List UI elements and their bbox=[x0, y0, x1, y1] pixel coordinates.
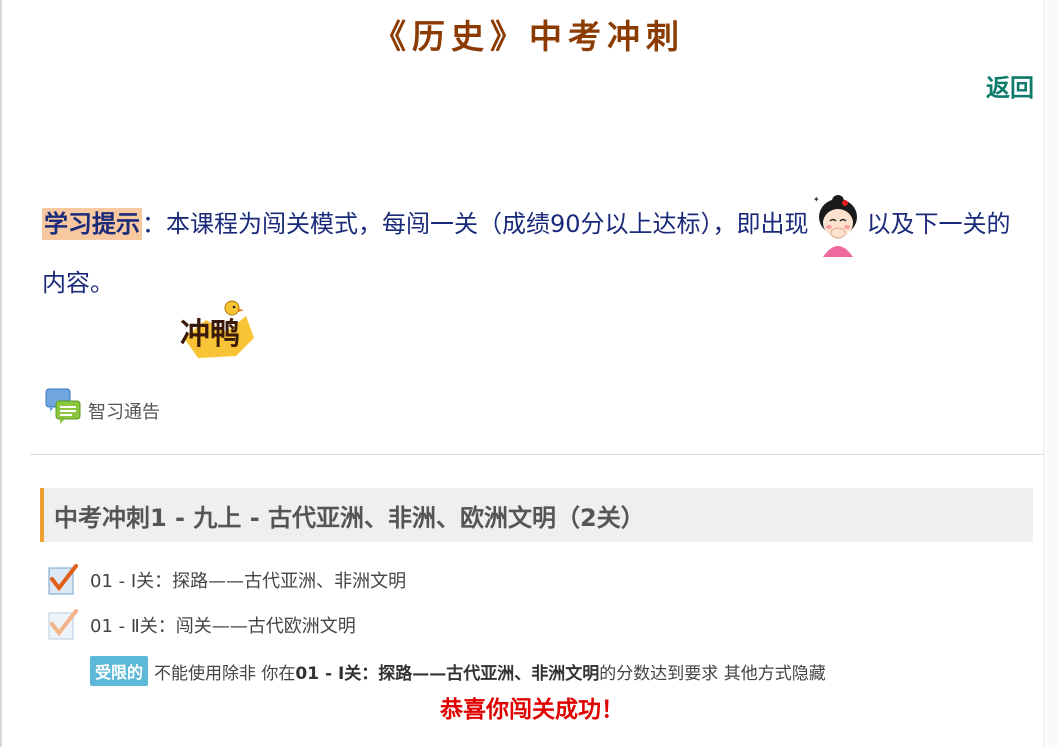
study-tip: 学习提示：本课程为闯关模式，每闯一关（成绩90分以上达标），即出现 ✦ 以及下一… bbox=[42, 193, 1027, 309]
scrollbar-track[interactable] bbox=[1043, 0, 1058, 747]
back-link[interactable]: 返回 bbox=[986, 68, 1034, 103]
section-title: 中考冲刺1 - 九上 - 古代亚洲、非洲、欧洲文明（2关） bbox=[40, 488, 1033, 542]
girl-cheering-icon: ✦ bbox=[811, 193, 865, 257]
congrats-message: 恭喜你闯关成功！ bbox=[440, 697, 624, 723]
study-tip-label: 学习提示 bbox=[42, 208, 142, 240]
restriction-note: 受限的 不能使用除非 你在 01 - Ⅰ关：探路——古代亚洲、非洲文明 的分数达到要… bbox=[90, 656, 826, 686]
divider bbox=[30, 454, 1044, 455]
incomplete-checkbox-icon bbox=[46, 608, 80, 642]
svg-text:冲鸭: 冲鸭 bbox=[180, 317, 240, 352]
forum-label[interactable]: 智习通告 bbox=[88, 398, 160, 424]
svg-text:✦: ✦ bbox=[813, 195, 820, 204]
study-tip-text: ：本课程为闯关模式，每闯一关（成绩90分以上达标），即出现 bbox=[142, 210, 809, 238]
forum-link[interactable]: 智习通告 bbox=[44, 386, 160, 426]
chat-bubbles-icon bbox=[44, 387, 82, 425]
duck-sticker-icon: 冲鸭 bbox=[176, 298, 260, 360]
lesson-item[interactable]: 01 - Ⅰ关：探路——古代亚洲、非洲文明 bbox=[46, 563, 406, 597]
page-title: 《历史》中考冲刺 bbox=[373, 17, 685, 56]
restriction-suffix: 的分数达到要求 其他方式隐藏 bbox=[599, 663, 826, 684]
completed-checkbox-icon bbox=[46, 563, 80, 597]
lesson-item[interactable]: 01 - Ⅱ关：闯关——古代欧洲文明 bbox=[46, 608, 356, 642]
restriction-prefix: 不能使用除非 你在 bbox=[154, 663, 296, 684]
lesson-link[interactable]: 01 - Ⅰ关：探路——古代亚洲、非洲文明 bbox=[90, 567, 406, 593]
restriction-target: 01 - Ⅰ关：探路——古代亚洲、非洲文明 bbox=[295, 663, 600, 684]
restricted-badge: 受限的 bbox=[90, 656, 149, 686]
left-border bbox=[0, 0, 2, 747]
lesson-link[interactable]: 01 - Ⅱ关：闯关——古代欧洲文明 bbox=[90, 612, 356, 638]
